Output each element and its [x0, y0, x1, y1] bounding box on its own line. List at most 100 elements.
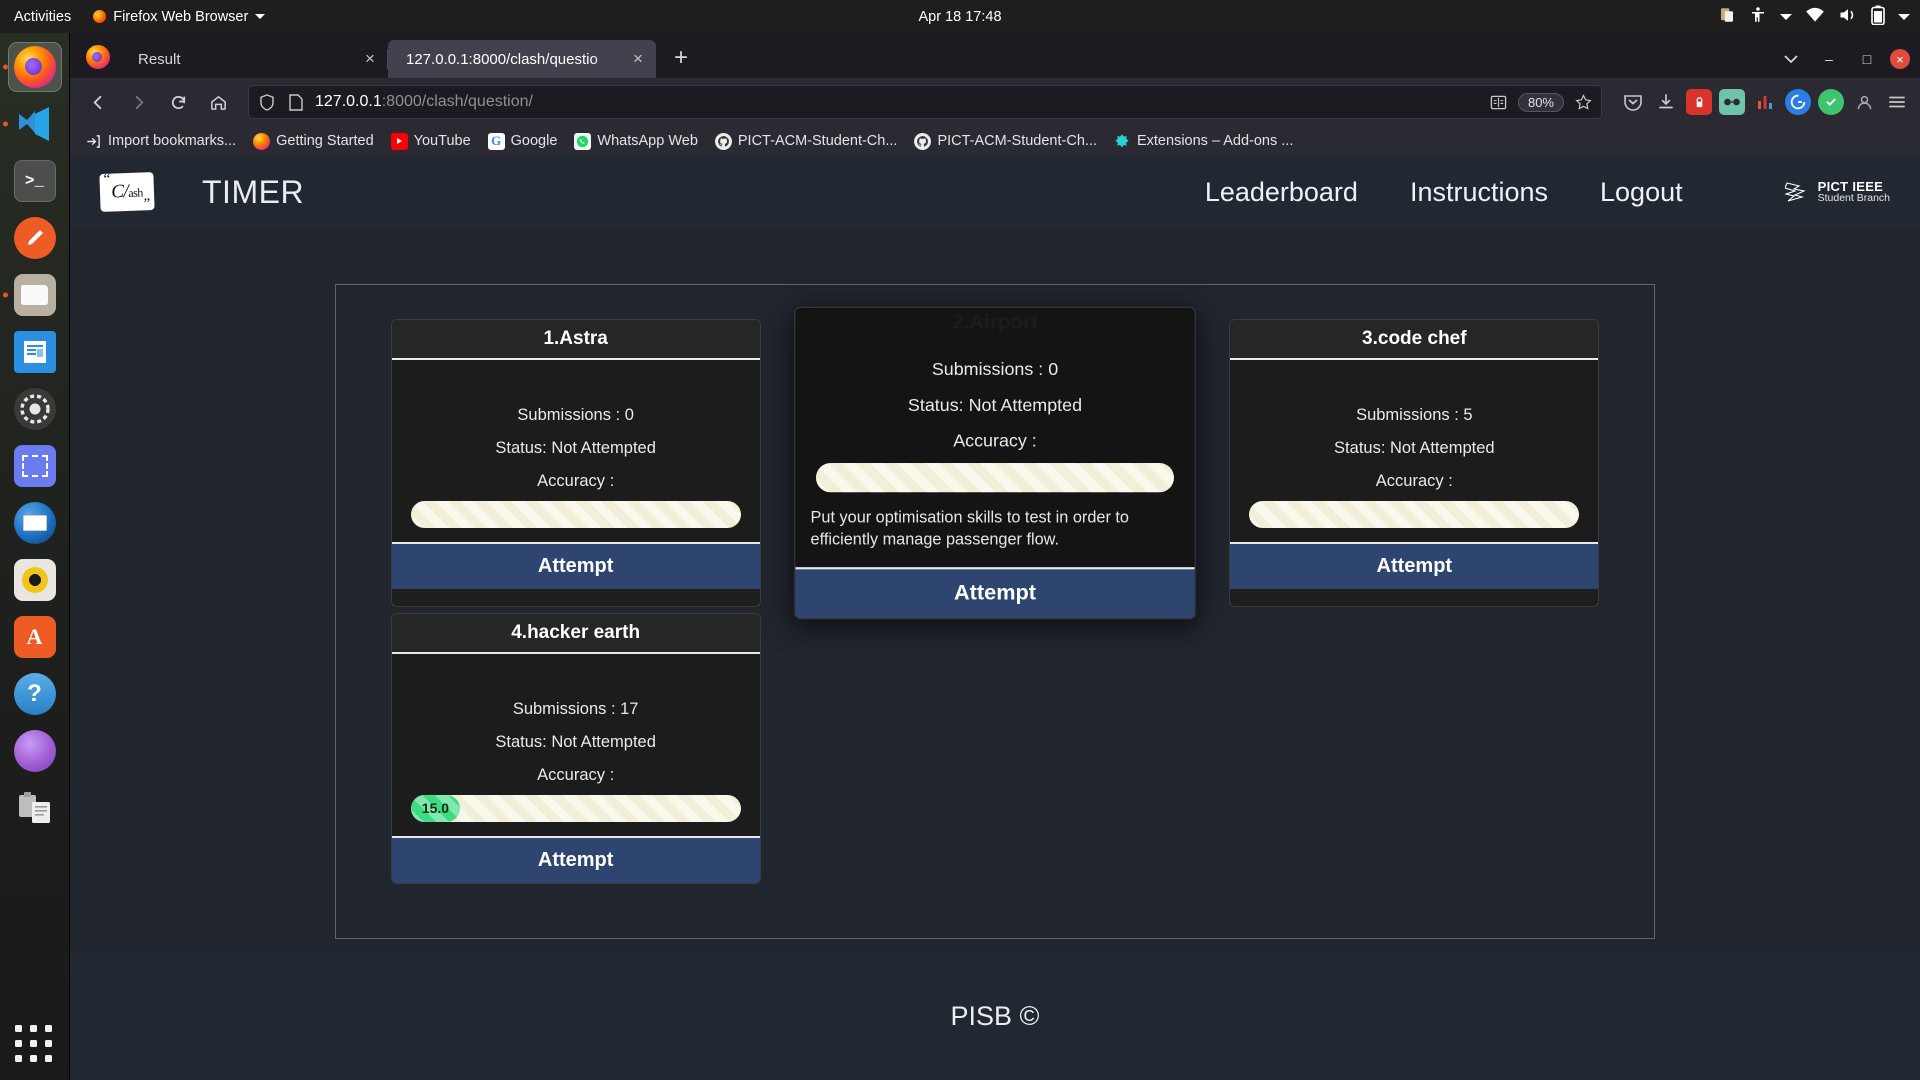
pocket-icon[interactable] — [1620, 89, 1646, 115]
close-button[interactable]: × — [1890, 49, 1910, 69]
content-area: 1.Astra Submissions : 0 Status: Not Atte… — [70, 228, 1920, 952]
attempt-button[interactable]: Attempt — [391, 835, 760, 883]
close-icon[interactable]: × — [628, 49, 648, 69]
minimize-button[interactable]: – — [1814, 44, 1844, 74]
dock-item-screenshot[interactable] — [0, 438, 70, 493]
accuracy-progress-bar — [815, 463, 1175, 493]
github-icon — [714, 132, 732, 150]
reader-view-icon[interactable] — [1489, 92, 1509, 112]
clipboard-icon — [14, 787, 56, 829]
nav-link-leaderboard[interactable]: Leaderboard — [1205, 177, 1358, 208]
page-title: TIMER — [202, 173, 305, 210]
vscode-icon — [14, 103, 56, 145]
nav-link-logout[interactable]: Logout — [1600, 177, 1683, 208]
card-title: 4.hacker earth — [391, 613, 760, 654]
close-icon[interactable]: × — [360, 49, 380, 69]
dock-item-clipboard[interactable] — [0, 780, 70, 835]
volume-icon[interactable] — [1838, 6, 1858, 28]
dock-item-vscode[interactable] — [0, 96, 70, 151]
clipboard-icon[interactable] — [1718, 6, 1736, 28]
music-icon — [13, 558, 56, 601]
dock-item-settings[interactable] — [0, 381, 70, 436]
card-cell: 3.code chef Submissions : 5 Status: Not … — [1205, 319, 1624, 607]
accuracy-label: Accuracy : — [953, 431, 1037, 452]
bookmark-star-icon[interactable] — [1573, 92, 1593, 112]
dock-item-amazon[interactable] — [0, 723, 70, 778]
analytics-icon[interactable] — [1752, 89, 1778, 115]
activities-button[interactable]: Activities — [0, 9, 85, 25]
reload-button[interactable] — [160, 85, 196, 119]
bookmark-label: YouTube — [413, 133, 471, 149]
card-title: 2.Airport — [795, 307, 1195, 341]
browser-tab-result[interactable]: Result × — [120, 40, 388, 78]
bookmark-google[interactable]: G Google — [481, 130, 565, 153]
attempt-button[interactable]: Attempt — [795, 566, 1195, 618]
nav-link-instructions[interactable]: Instructions — [1410, 177, 1548, 208]
shield-icon[interactable] — [257, 92, 277, 112]
page-info-icon[interactable] — [286, 92, 306, 112]
ieee-line2: Student Branch — [1817, 192, 1890, 205]
adblock-icon[interactable] — [1686, 89, 1712, 115]
dock-item-impress[interactable] — [0, 324, 70, 379]
attempt-button[interactable]: Attempt — [391, 542, 760, 589]
navigation-toolbar: 127.0.0.1:8000/clash/question/ 80% — [70, 78, 1920, 126]
ubuntu-dock: >_ A ? — [0, 33, 70, 1080]
dock-item-firefox[interactable] — [0, 39, 70, 94]
show-applications-button[interactable] — [0, 1010, 70, 1080]
dock-item-postman[interactable] — [0, 210, 70, 265]
url-bar[interactable]: 127.0.0.1:8000/clash/question/ 80% — [248, 85, 1602, 119]
glasses-icon[interactable] — [1719, 89, 1745, 115]
firefox-icon — [86, 45, 110, 69]
dock-item-thunderbird[interactable] — [0, 495, 70, 550]
accessibility-icon[interactable] — [1749, 6, 1767, 28]
window-controls: – □ × — [1776, 44, 1910, 74]
tab-title: Result — [138, 50, 181, 68]
question-card-2[interactable]: 2.Airport Submissions : 0 Status: Not At… — [794, 306, 1196, 619]
chevron-down-icon[interactable] — [1780, 13, 1792, 20]
dock-item-files[interactable] — [0, 267, 70, 322]
bookmark-youtube[interactable]: YouTube — [384, 130, 478, 153]
dock-item-terminal[interactable]: >_ — [0, 153, 70, 208]
bookmark-getting-started[interactable]: Getting Started — [246, 130, 381, 153]
downloads-icon[interactable] — [1653, 89, 1679, 115]
browser-tab-question[interactable]: 127.0.0.1:8000/clash/questio × — [388, 40, 656, 78]
attempt-button[interactable]: Attempt — [1230, 542, 1599, 589]
bookmark-extensions[interactable]: Extensions – Add-ons ... — [1107, 130, 1300, 153]
bookmark-label: PICT-ACM-Student-Ch... — [737, 133, 898, 149]
new-tab-button[interactable]: + — [664, 41, 698, 75]
hamburger-menu-icon[interactable] — [1884, 89, 1910, 115]
dock-item-help[interactable]: ? — [0, 666, 70, 721]
wifi-icon[interactable] — [1805, 6, 1825, 28]
bookmark-pict-acm-2[interactable]: PICT-ACM-Student-Ch... — [907, 130, 1104, 153]
dock-item-rhythmbox[interactable] — [0, 552, 70, 607]
card-body: Submissions : 0 Status: Not Attempted Ac… — [795, 340, 1195, 567]
ieee-line1: PICT IEEE — [1817, 178, 1884, 194]
question-card-3[interactable]: 3.code chef Submissions : 5 Status: Not … — [1229, 319, 1600, 607]
battery-icon[interactable] — [1871, 5, 1885, 29]
chevron-down-icon[interactable] — [1898, 13, 1910, 20]
gnome-top-bar: Activities Firefox Web Browser Apr 18 17… — [0, 0, 1920, 33]
app-menu-firefox[interactable]: Firefox Web Browser — [85, 9, 273, 25]
question-card-4[interactable]: 4.hacker earth Submissions : 17 Status: … — [390, 612, 761, 884]
home-button[interactable] — [200, 85, 236, 119]
dock-item-software[interactable]: A — [0, 609, 70, 664]
accuracy-label: Accuracy : — [1375, 472, 1453, 490]
list-all-tabs-icon[interactable] — [1776, 44, 1806, 74]
shield-check-icon[interactable] — [1818, 89, 1844, 115]
maximize-button[interactable]: □ — [1852, 44, 1882, 74]
clash-logo-icon[interactable]: C/ash — [99, 172, 155, 212]
forward-button[interactable] — [120, 85, 156, 119]
bookmark-pict-acm-1[interactable]: PICT-ACM-Student-Ch... — [708, 130, 905, 153]
clock[interactable]: Apr 18 17:48 — [918, 9, 1001, 25]
bookmark-whatsapp[interactable]: WhatsApp Web — [567, 130, 704, 153]
accuracy-label: Accuracy : — [537, 472, 615, 490]
question-card-1[interactable]: 1.Astra Submissions : 0 Status: Not Atte… — [390, 319, 761, 607]
accuracy-value-badge: 15.0 — [410, 794, 461, 822]
bookmark-import[interactable]: Import bookmarks... — [78, 130, 243, 153]
zoom-level-badge[interactable]: 80% — [1517, 92, 1564, 112]
accuracy-label: Accuracy : — [537, 765, 615, 784]
back-button[interactable] — [80, 85, 116, 119]
grammarly-icon[interactable] — [1785, 89, 1811, 115]
pict-ieee-logo[interactable]: PICT IEEE Student Branch — [1783, 178, 1890, 205]
account-icon[interactable] — [1851, 89, 1877, 115]
